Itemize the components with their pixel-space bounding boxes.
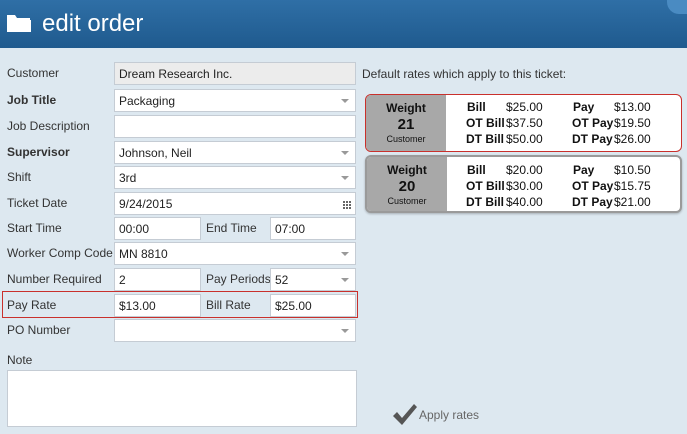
dt-bill-label: DT Bill (466, 132, 504, 146)
job-title-label: Job Title (7, 93, 57, 107)
bill-value: $20.00 (506, 163, 543, 177)
ot-bill-value: $30.00 (506, 179, 543, 193)
number-required-input[interactable]: 2 (114, 268, 201, 291)
ot-pay-value: $15.75 (614, 179, 651, 193)
supervisor-value: Johnson, Neil (119, 146, 192, 160)
worker-comp-code-label: Worker Comp Code (7, 246, 113, 260)
ot-bill-label: OT Bill (466, 116, 505, 130)
ot-pay-value: $19.50 (614, 116, 651, 130)
ticket-date-input[interactable]: 9/24/2015 (114, 192, 356, 215)
dt-bill-value: $40.00 (506, 195, 543, 209)
folder-icon (6, 12, 32, 37)
start-time-input[interactable]: 00:00 (114, 217, 201, 240)
bill-label: Bill (467, 100, 486, 114)
job-title-value: Packaging (119, 94, 176, 108)
dt-pay-label: DT Pay (572, 132, 613, 146)
po-number-label: PO Number (7, 323, 71, 337)
weight-number: 20 (398, 178, 416, 195)
end-time-input[interactable]: 07:00 (270, 217, 356, 240)
rate-card-weight-panel: Weight 21 Customer (366, 95, 446, 151)
note-textarea[interactable] (7, 370, 357, 427)
apply-rates-label: Apply rates (419, 408, 480, 422)
end-time-label: End Time (206, 221, 257, 235)
ot-pay-label: OT Pay (572, 179, 614, 193)
customer-label: Customer (7, 66, 60, 80)
calendar-icon[interactable] (343, 198, 351, 212)
weight-heading: Weight (387, 163, 427, 177)
shift-label: Shift (7, 170, 32, 184)
weight-source: Customer (387, 196, 427, 206)
pay-value: $10.50 (614, 163, 651, 177)
rate-card-weight-panel: Weight 20 Customer (367, 157, 447, 211)
pay-rate-input[interactable]: $13.00 (114, 294, 201, 317)
ot-bill-value: $37.50 (506, 116, 543, 130)
supervisor-label: Supervisor (7, 145, 70, 159)
shift-value: 3rd (119, 171, 137, 185)
ticket-date-value: 9/24/2015 (119, 197, 173, 211)
supervisor-select[interactable]: Johnson, Neil (114, 141, 356, 164)
start-time-label: Start Time (7, 221, 62, 235)
title-bar: edit order (0, 0, 687, 48)
pay-value: $13.00 (614, 100, 651, 114)
bill-rate-input[interactable]: $25.00 (270, 294, 356, 317)
job-title-select[interactable]: Packaging (114, 89, 356, 112)
pay-rate-label: Pay Rate (7, 298, 57, 312)
dt-bill-value: $50.00 (506, 132, 543, 146)
ot-bill-label: OT Bill (466, 179, 505, 193)
pay-label: Pay (573, 163, 595, 177)
ticket-date-label: Ticket Date (7, 196, 68, 210)
rates-title: Default rates which apply to this ticket… (362, 67, 567, 81)
ot-pay-label: OT Pay (572, 116, 614, 130)
job-description-input[interactable] (114, 115, 356, 138)
worker-comp-code-select[interactable]: MN 8810 (114, 242, 356, 265)
dt-pay-label: DT Pay (572, 195, 613, 209)
page-title: edit order (42, 10, 144, 37)
number-required-label: Number Required (7, 272, 102, 286)
dt-pay-value: $26.00 (614, 132, 651, 146)
rate-card-weight-21[interactable]: Weight 21 Customer Bill $25.00 Pay $13.0… (365, 94, 682, 152)
weight-source: Customer (386, 134, 426, 144)
pay-label: Pay (573, 100, 595, 114)
worker-comp-code-value: MN 8810 (119, 247, 168, 261)
pay-periods-value: 52 (275, 273, 289, 287)
po-number-select[interactable] (114, 319, 356, 342)
bill-rate-label: Bill Rate (206, 298, 251, 312)
pay-periods-label: Pay Periods (206, 272, 271, 286)
job-description-label: Job Description (7, 119, 90, 133)
weight-number: 21 (397, 116, 415, 133)
bill-label: Bill (467, 163, 486, 177)
pay-periods-select[interactable]: 52 (270, 268, 356, 291)
shift-select[interactable]: 3rd (114, 166, 356, 189)
bill-value: $25.00 (506, 100, 543, 114)
checkmark-icon (393, 404, 417, 425)
dt-pay-value: $21.00 (614, 195, 651, 209)
note-label: Note (7, 353, 33, 367)
corner-decoration (667, 0, 687, 14)
weight-heading: Weight (386, 101, 426, 115)
rate-card-weight-20[interactable]: Weight 20 Customer Bill $20.00 Pay $10.5… (365, 155, 682, 213)
dt-bill-label: DT Bill (466, 195, 504, 209)
customer-field: Dream Research Inc. (114, 62, 356, 85)
